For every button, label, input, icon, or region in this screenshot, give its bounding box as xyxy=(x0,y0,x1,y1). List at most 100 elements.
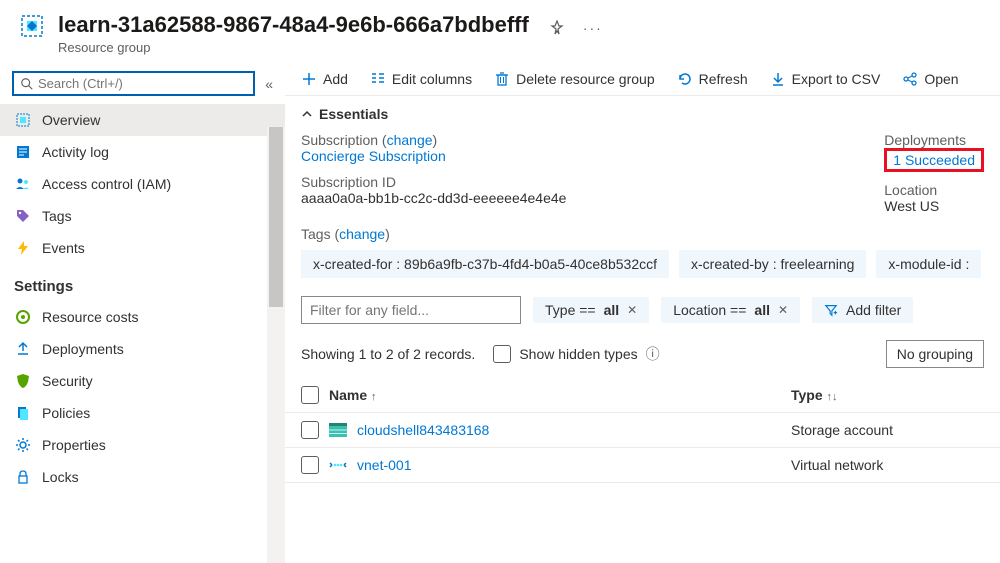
table-header: Name ↑ Type ↑↓ xyxy=(285,378,1000,413)
filter-icon xyxy=(824,303,838,317)
clear-location-filter-icon[interactable]: ✕ xyxy=(778,303,788,317)
tags-change-link[interactable]: change xyxy=(339,226,385,242)
toolbar-label: Edit columns xyxy=(392,71,472,87)
tag-icon xyxy=(14,208,32,224)
location-label: Location xyxy=(884,182,984,198)
sidebar-item-label: Locks xyxy=(42,469,79,485)
shield-icon xyxy=(14,373,32,389)
sidebar-item-activity-log[interactable]: Activity log xyxy=(0,136,285,168)
sidebar-item-label: Resource costs xyxy=(42,309,138,325)
search-input[interactable] xyxy=(38,76,247,91)
vnet-icon xyxy=(329,458,347,472)
refresh-button[interactable]: Refresh xyxy=(677,71,748,87)
people-icon xyxy=(14,176,32,192)
log-icon xyxy=(14,144,32,160)
subscription-label: Subscription (change) xyxy=(301,132,437,148)
clear-type-filter-icon[interactable]: ✕ xyxy=(627,303,637,317)
subscription-change-link[interactable]: change xyxy=(387,132,433,148)
chevron-up-icon xyxy=(301,108,313,120)
main-content: Add Edit columns Delete resource group R… xyxy=(285,63,1000,563)
table-row[interactable]: cloudshell843483168 Storage account xyxy=(285,413,1000,448)
policy-icon xyxy=(14,405,32,421)
sidebar-item-label: Security xyxy=(42,373,93,389)
sidebar: « Overview Activity log Access control (… xyxy=(0,63,285,563)
sidebar-item-access-control[interactable]: Access control (IAM) xyxy=(0,168,285,200)
trash-icon xyxy=(494,71,510,87)
toolbar-label: Export to CSV xyxy=(792,71,881,87)
deployments-label: Deployments xyxy=(884,132,984,148)
sidebar-item-label: Activity log xyxy=(42,144,109,160)
sidebar-item-resource-costs[interactable]: Resource costs xyxy=(0,301,285,333)
lock-icon xyxy=(14,469,32,485)
subscription-name-link[interactable]: Concierge Subscription xyxy=(301,148,446,164)
filter-input[interactable] xyxy=(301,296,521,324)
resource-group-icon xyxy=(18,12,46,40)
grouping-dropdown[interactable]: No grouping xyxy=(886,340,984,368)
filter-field[interactable] xyxy=(310,302,512,318)
add-filter-button[interactable]: Add filter xyxy=(812,297,913,323)
delete-resource-group-button[interactable]: Delete resource group xyxy=(494,71,655,87)
resource-type: Storage account xyxy=(791,422,984,438)
select-all-checkbox[interactable] xyxy=(301,386,319,404)
sidebar-item-label: Policies xyxy=(42,405,90,421)
toolbar-label: Delete resource group xyxy=(516,71,655,87)
toolbar-label: Refresh xyxy=(699,71,748,87)
sidebar-item-policies[interactable]: Policies xyxy=(0,397,285,429)
tag-chip[interactable]: x-module-id : xyxy=(876,250,981,278)
more-icon[interactable]: ··· xyxy=(583,20,603,36)
subscription-id-label: Subscription ID xyxy=(301,174,844,190)
scrollbar-thumb[interactable] xyxy=(269,127,283,307)
page-header: learn-31a62588-9867-48a4-9e6b-666a7bdbef… xyxy=(0,0,1000,63)
export-csv-button[interactable]: Export to CSV xyxy=(770,71,881,87)
tag-chip[interactable]: x-created-by : freelearning xyxy=(679,250,866,278)
storage-icon xyxy=(329,423,347,437)
sidebar-item-label: Access control (IAM) xyxy=(42,176,171,192)
toolbar: Add Edit columns Delete resource group R… xyxy=(285,63,1000,96)
sidebar-item-tags[interactable]: Tags xyxy=(0,200,285,232)
location-filter-pill[interactable]: Location == all ✕ xyxy=(661,297,800,323)
deployments-link[interactable]: 1 Succeeded xyxy=(884,148,984,172)
table-row[interactable]: vnet-001 Virtual network xyxy=(285,448,1000,483)
show-hidden-label: Show hidden types xyxy=(519,346,637,362)
row-checkbox[interactable] xyxy=(301,421,319,439)
collapse-sidebar-icon[interactable]: « xyxy=(265,76,273,92)
add-button[interactable]: Add xyxy=(301,71,348,87)
sidebar-section-settings: Settings xyxy=(0,264,285,301)
sidebar-item-security[interactable]: Security xyxy=(0,365,285,397)
sidebar-item-locks[interactable]: Locks xyxy=(0,461,285,493)
sidebar-item-overview[interactable]: Overview xyxy=(0,104,285,136)
sidebar-scrollbar[interactable] xyxy=(267,127,285,563)
edit-columns-button[interactable]: Edit columns xyxy=(370,71,472,87)
resource-name-link[interactable]: cloudshell843483168 xyxy=(357,422,489,438)
pin-icon[interactable] xyxy=(549,20,565,36)
cube-icon xyxy=(14,112,32,128)
name-column-header[interactable]: Name ↑ xyxy=(329,387,377,403)
records-count: Showing 1 to 2 of 2 records. xyxy=(301,346,475,362)
sidebar-search[interactable] xyxy=(12,71,255,96)
sidebar-item-events[interactable]: Events xyxy=(0,232,285,264)
cost-icon xyxy=(14,309,32,325)
sidebar-item-properties[interactable]: Properties xyxy=(0,429,285,461)
open-query-button[interactable]: Open xyxy=(902,71,958,87)
page-subtitle: Resource group xyxy=(58,40,529,55)
toolbar-label: Add xyxy=(323,71,348,87)
essentials-toggle[interactable]: Essentials xyxy=(285,96,1000,132)
subscription-id-value: aaaa0a0a-bb1b-cc2c-dd3d-eeeeee4e4e4e xyxy=(301,190,844,206)
resource-name-link[interactable]: vnet-001 xyxy=(357,457,411,473)
info-icon[interactable]: ⓘ xyxy=(646,344,660,364)
resource-type: Virtual network xyxy=(791,457,984,473)
props-icon xyxy=(14,437,32,453)
toolbar-label: Open xyxy=(924,71,958,87)
type-column-header[interactable]: Type ↑↓ xyxy=(791,387,984,403)
plus-icon xyxy=(301,71,317,87)
row-checkbox[interactable] xyxy=(301,456,319,474)
tags-label: Tags (change) xyxy=(301,226,390,242)
tag-chip[interactable]: x-created-for : 89b6a9fb-c37b-4fd4-b0a5-… xyxy=(301,250,669,278)
show-hidden-checkbox[interactable] xyxy=(493,345,511,363)
download-icon xyxy=(770,71,786,87)
sidebar-item-label: Deployments xyxy=(42,341,124,357)
sidebar-item-deployments[interactable]: Deployments xyxy=(0,333,285,365)
sidebar-item-label: Events xyxy=(42,240,85,256)
columns-icon xyxy=(370,71,386,87)
type-filter-pill[interactable]: Type == all ✕ xyxy=(533,297,649,323)
